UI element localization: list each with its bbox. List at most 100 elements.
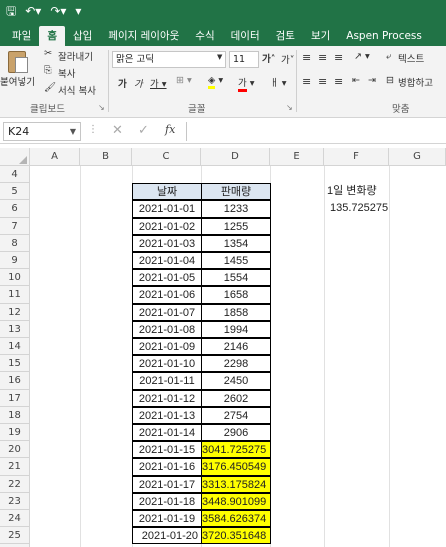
date-cell[interactable]: 2021-01-01 (132, 200, 202, 218)
tab-home[interactable]: 홈 (39, 26, 65, 46)
row-header[interactable]: 25 (0, 527, 30, 545)
sales-cell[interactable]: 1233 (201, 200, 271, 218)
redo-icon[interactable]: ↷▾ (50, 0, 66, 22)
row-header[interactable]: 22 (0, 475, 30, 493)
format-painter-icon[interactable]: 🖌 (44, 82, 56, 93)
column-header-d[interactable]: D (201, 148, 270, 166)
tab-page-layout[interactable]: 페이지 레이아웃 (100, 26, 187, 46)
formula-input[interactable] (186, 122, 444, 141)
border-icon[interactable]: ⊞ ▾ (176, 75, 192, 86)
date-cell[interactable]: 2021-01-09 (132, 338, 202, 356)
date-cell[interactable]: 2021-01-02 (132, 217, 202, 235)
row-header[interactable]: 19 (0, 424, 30, 442)
tab-view[interactable]: 보기 (303, 26, 338, 46)
date-cell[interactable]: 2021-01-13 (132, 406, 202, 424)
tab-review[interactable]: 검토 (268, 26, 303, 46)
row-header[interactable]: 18 (0, 406, 30, 424)
date-cell[interactable]: 2021-01-05 (132, 269, 202, 287)
bold-icon[interactable]: 가 (118, 76, 127, 90)
row-header[interactable]: 21 (0, 458, 30, 476)
sales-cell[interactable]: 1354 (201, 234, 271, 252)
align-left-icon[interactable]: ≡ (302, 75, 311, 88)
date-cell[interactable]: 2021-01-20 (132, 527, 202, 545)
date-cell[interactable]: 2021-01-04 (132, 252, 202, 270)
save-icon[interactable]: 🖫 (6, 0, 16, 22)
tab-aspen-process[interactable]: Aspen Process (338, 26, 430, 46)
date-cell[interactable]: 2021-01-08 (132, 320, 202, 338)
worksheet-grid[interactable]: 4 5 6 7 8 9 10 11 12 13 14 15 16 17 18 1… (0, 166, 446, 547)
cut-icon[interactable]: ✂ (44, 48, 52, 59)
sales-cell[interactable]: 2906 (201, 424, 271, 442)
undo-icon[interactable]: ↶▾ (25, 0, 41, 22)
row-header[interactable]: 7 (0, 217, 30, 235)
fill-color-icon[interactable]: ◈ ▾ (208, 75, 223, 89)
sales-cell-forecast[interactable]: 3041.725275 (201, 441, 271, 459)
row-header[interactable]: 8 (0, 234, 30, 252)
customize-icon[interactable]: ▾ (75, 0, 81, 22)
decrease-indent-icon[interactable]: ⇤ (352, 75, 360, 86)
cut-button[interactable]: 잘라내기 (58, 49, 93, 63)
insert-function-button[interactable]: fx (165, 123, 175, 136)
row-header[interactable]: 5 (0, 183, 30, 201)
tab-formulas[interactable]: 수식 (187, 26, 222, 46)
paste-icon[interactable] (8, 51, 28, 73)
row-header[interactable]: 9 (0, 252, 30, 270)
side-note-label[interactable]: 1일 변화량 (327, 183, 389, 200)
sales-cell[interactable]: 2754 (201, 406, 271, 424)
column-header-c[interactable]: C (132, 148, 201, 166)
more-icon[interactable]: ⋮ (88, 124, 98, 135)
date-cell[interactable]: 2021-01-11 (132, 372, 202, 390)
sales-cell[interactable]: 1994 (201, 320, 271, 338)
row-header[interactable]: 13 (0, 320, 30, 338)
row-header[interactable]: 16 (0, 372, 30, 390)
column-header-a[interactable]: A (30, 148, 80, 166)
date-cell[interactable]: 2021-01-14 (132, 424, 202, 442)
date-cell[interactable]: 2021-01-12 (132, 389, 202, 407)
sales-cell[interactable]: 1455 (201, 252, 271, 270)
sales-cell-forecast[interactable]: 3176.450549 (201, 458, 271, 476)
paste-button[interactable]: 붙여넣기 (0, 74, 35, 88)
row-header[interactable]: 6 (0, 200, 30, 218)
font-size-select[interactable]: 11 (229, 51, 259, 68)
align-bottom-icon[interactable]: ≡ (334, 51, 343, 64)
name-box[interactable]: K24 ▼ (3, 122, 81, 141)
date-cell[interactable]: 2021-01-17 (132, 475, 202, 493)
sales-cell[interactable]: 1554 (201, 269, 271, 287)
sales-cell-forecast[interactable]: 3584.626374 (201, 510, 271, 528)
sales-cell[interactable]: 2298 (201, 355, 271, 373)
side-note-value[interactable]: 135.725275 (330, 200, 400, 217)
italic-icon[interactable]: 가 (134, 76, 143, 90)
row-header[interactable]: 15 (0, 355, 30, 373)
date-cell[interactable]: 2021-01-06 (132, 286, 202, 304)
font-launcher-icon[interactable]: ↘ (286, 103, 293, 112)
row-header[interactable]: 10 (0, 269, 30, 287)
wrap-text-button[interactable]: 텍스트 (398, 51, 424, 65)
merge-button[interactable]: 병합하고 (398, 75, 433, 89)
decrease-font-icon[interactable]: 가˅ (281, 52, 295, 66)
row-header[interactable]: 23 (0, 492, 30, 510)
row-header[interactable]: 12 (0, 303, 30, 321)
column-header-e[interactable]: E (270, 148, 324, 166)
clipboard-launcher-icon[interactable]: ↘ (98, 103, 105, 112)
select-all-button[interactable] (0, 148, 30, 166)
row-header[interactable]: 24 (0, 510, 30, 528)
row-header[interactable]: 14 (0, 338, 30, 356)
table-header-sales[interactable]: 판매량 (201, 183, 271, 201)
sales-cell-forecast[interactable]: 3313.175824 (201, 475, 271, 493)
row-header[interactable]: 20 (0, 441, 30, 459)
underline-icon[interactable]: 가 ▾ (150, 76, 167, 90)
tab-file[interactable]: 파일 (4, 26, 39, 46)
date-cell[interactable]: 2021-01-15 (132, 441, 202, 459)
sales-cell[interactable]: 1858 (201, 303, 271, 321)
date-cell[interactable]: 2021-01-19 (132, 510, 202, 528)
wrap-text-icon[interactable]: ⤶ (386, 51, 391, 62)
sales-cell-forecast[interactable]: 3720.351648 (201, 527, 271, 545)
row-header[interactable]: 11 (0, 286, 30, 304)
date-cell[interactable]: 2021-01-16 (132, 458, 202, 476)
phonetic-icon[interactable]: ㅐ ▾ (270, 75, 287, 89)
align-right-icon[interactable]: ≡ (334, 75, 343, 88)
merge-icon[interactable]: ⊟ (386, 75, 394, 86)
sales-cell-forecast[interactable]: 3448.901099 (201, 492, 271, 510)
copy-icon[interactable]: ⎘ (44, 65, 52, 76)
date-cell[interactable]: 2021-01-10 (132, 355, 202, 373)
